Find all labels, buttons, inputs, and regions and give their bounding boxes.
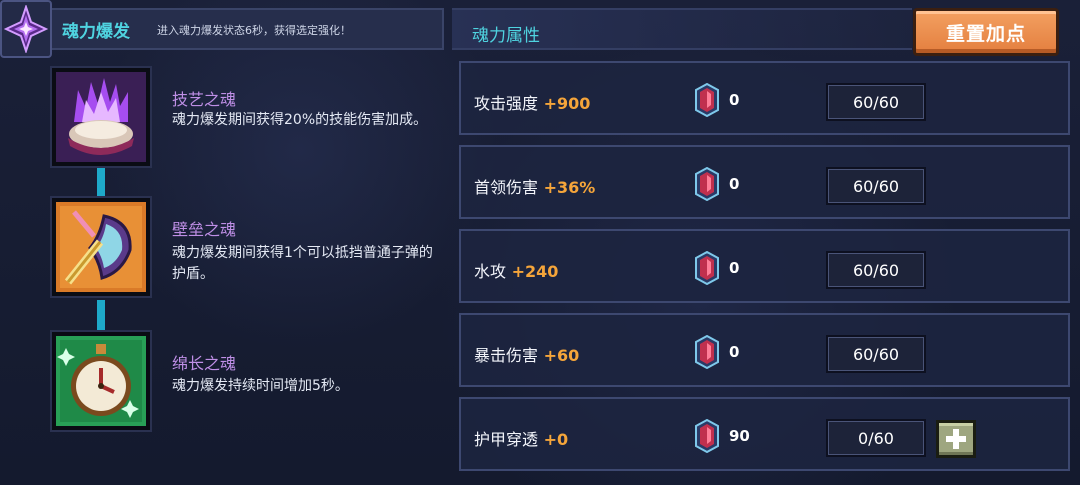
soul-gem-icon xyxy=(693,250,721,286)
stat-bonus: +0 xyxy=(538,430,569,449)
soul-gem-icon xyxy=(693,334,721,370)
gem-count: 0 xyxy=(729,343,740,361)
stat-label: 暴击伤害 +60 xyxy=(474,342,579,366)
skill-connector xyxy=(97,300,105,332)
skill-name: 绵长之魂 xyxy=(172,354,237,373)
soul-gem-icon xyxy=(693,166,721,202)
purple-flame-icon[interactable] xyxy=(52,68,150,166)
stat-row: 攻击强度 +900 0 60/60 xyxy=(459,61,1070,135)
skill-description: 魂力爆发期间获得1个可以抵挡普通子弹的护盾。 xyxy=(172,245,433,282)
stat-level: 60/60 xyxy=(826,83,926,121)
plus-icon xyxy=(946,429,966,449)
stat-bonus: +36% xyxy=(538,178,596,197)
stat-row: 水攻 +240 0 60/60 xyxy=(459,229,1070,303)
skill-name: 技艺之魂 xyxy=(172,90,237,109)
stopwatch-icon[interactable] xyxy=(52,332,150,430)
stat-name: 攻击强度 xyxy=(474,94,539,113)
attributes-title: 魂力属性 xyxy=(472,26,540,46)
stat-row: 护甲穿透 +0 90 0/60 xyxy=(459,397,1070,471)
shield-sword-icon[interactable] xyxy=(52,198,150,296)
stat-level: 0/60 xyxy=(826,419,926,457)
skill-description: 魂力爆发期间获得20%的技能伤害加成。 xyxy=(172,112,428,128)
stat-name: 护甲穿透 xyxy=(474,430,539,449)
stat-label: 水攻 +240 xyxy=(474,258,558,282)
stat-bonus: +60 xyxy=(538,346,580,365)
stat-name: 首领伤害 xyxy=(474,178,539,197)
stat-label: 攻击强度 +900 xyxy=(474,90,590,114)
burst-header: 魂力爆发 进入魂力爆发状态6秒，获得选定强化！ xyxy=(0,0,448,58)
stat-row: 首领伤害 +36% 0 60/60 xyxy=(459,145,1070,219)
gem-count: 0 xyxy=(729,259,740,277)
stat-bonus: +240 xyxy=(506,262,559,281)
reset-points-button[interactable]: 重置加点 xyxy=(913,8,1059,56)
stat-label: 首领伤害 +36% xyxy=(474,174,595,198)
stat-bonus: +900 xyxy=(538,94,591,113)
skill-connector xyxy=(97,166,105,198)
stat-level: 60/60 xyxy=(826,335,926,373)
stat-row: 暴击伤害 +60 0 60/60 xyxy=(459,313,1070,387)
stat-level: 60/60 xyxy=(826,251,926,289)
skill-name: 壁垒之魂 xyxy=(172,220,237,239)
soul-gem-icon xyxy=(693,82,721,118)
gem-count: 0 xyxy=(729,91,740,109)
skill-description: 魂力爆发持续时间增加5秒。 xyxy=(172,378,349,394)
soul-gem-icon xyxy=(693,418,721,454)
gem-count: 0 xyxy=(729,175,740,193)
stat-name: 水攻 xyxy=(474,262,507,281)
add-point-button[interactable] xyxy=(936,420,976,458)
burst-description: 进入魂力爆发状态6秒，获得选定强化！ xyxy=(157,24,351,37)
stat-label: 护甲穿透 +0 xyxy=(474,426,568,450)
stat-level: 60/60 xyxy=(826,167,926,205)
burst-title: 魂力爆发 xyxy=(62,22,130,42)
gem-count: 90 xyxy=(729,427,750,445)
stat-name: 暴击伤害 xyxy=(474,346,539,365)
soul-burst-icon xyxy=(0,0,52,58)
